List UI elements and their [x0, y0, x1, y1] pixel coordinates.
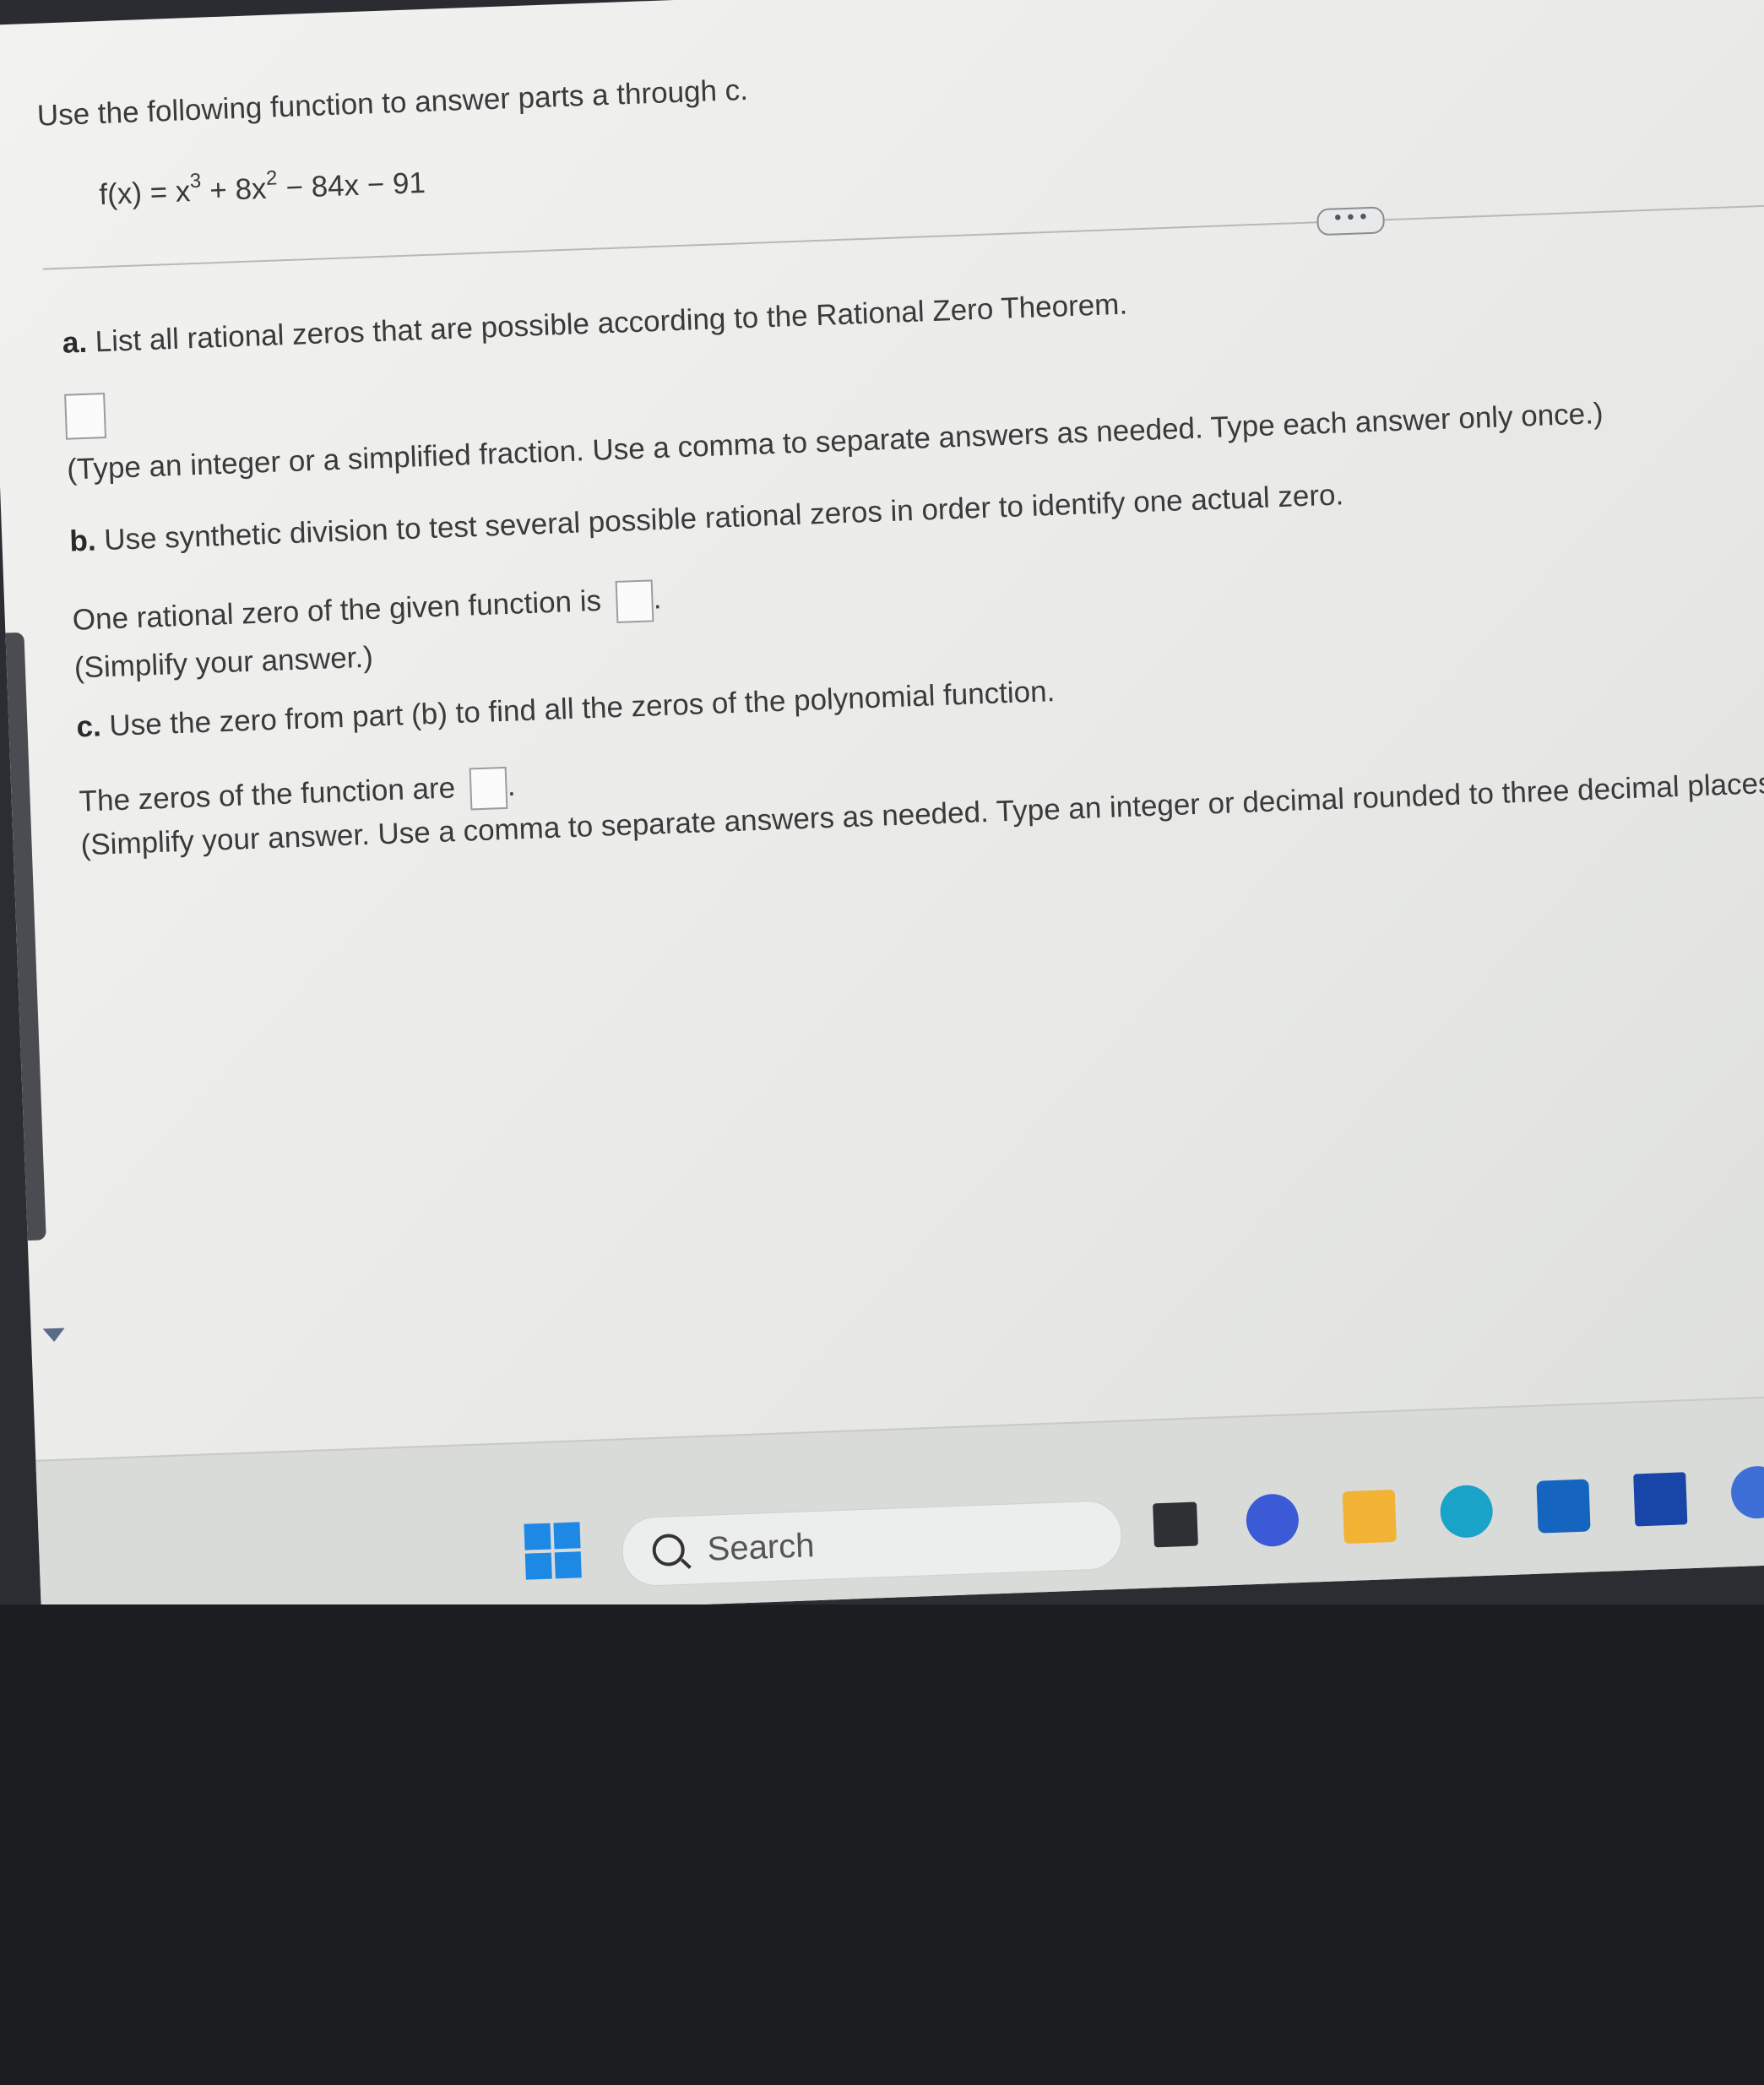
scroll-down-arrow-icon[interactable] [42, 1328, 66, 1343]
part-c-question: c. Use the zero from part (b) to find al… [75, 675, 1056, 744]
keyboard-area [0, 1604, 1764, 2085]
taskbar-search-box[interactable]: Search [621, 1499, 1123, 1588]
screen: Use the following function to answer par… [0, 0, 1764, 1629]
edge-browser-icon[interactable] [1439, 1484, 1494, 1539]
file-explorer-icon[interactable] [1342, 1489, 1397, 1545]
part-a-answer-row [64, 393, 107, 440]
part-a-answer-input[interactable] [64, 393, 107, 440]
meet-chat-icon[interactable] [1245, 1493, 1300, 1548]
copilot-icon[interactable] [1729, 1465, 1764, 1520]
part-a-question: a. List all rational zeros that are poss… [62, 287, 1128, 360]
section-divider [42, 204, 1764, 270]
part-b-answer-input[interactable] [615, 579, 654, 623]
question-intro: Use the following function to answer par… [36, 73, 749, 133]
more-options-button[interactable]: • • • [1316, 205, 1386, 236]
part-c-answer-input[interactable] [469, 766, 508, 811]
left-scrollbar[interactable] [5, 632, 46, 1241]
part-b-question: b. Use synthetic division to test severa… [68, 478, 1344, 558]
part-a-hint: (Type an integer or a simplified fractio… [66, 397, 1604, 486]
microsoft-store-icon[interactable] [1536, 1479, 1591, 1534]
part-b-hint: (Simplify your answer.) [73, 640, 374, 685]
part-b-answer-row: One rational zero of the given function … [72, 579, 662, 643]
windows-taskbar: Search [35, 1393, 1764, 1629]
windows-start-icon[interactable] [524, 1522, 582, 1580]
function-formula: f(x) = x3 + 8x2 − 84x − 91 [98, 166, 426, 212]
search-icon [652, 1533, 686, 1567]
task-view-icon[interactable] [1153, 1501, 1198, 1548]
lockdown-browser-icon[interactable] [1633, 1472, 1688, 1527]
